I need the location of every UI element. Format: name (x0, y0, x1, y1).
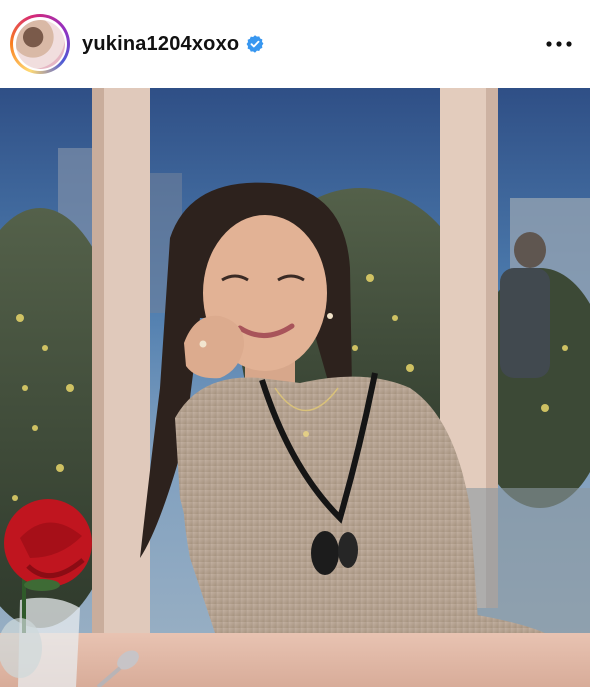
username[interactable]: yukina1204xoxo (82, 33, 239, 56)
post-photo[interactable] (0, 88, 590, 687)
more-options-button[interactable] (544, 29, 574, 59)
more-options-icon (546, 41, 572, 47)
avatar[interactable] (15, 19, 65, 69)
instagram-post: yukina1204xoxo (0, 0, 590, 687)
post-header: yukina1204xoxo (0, 0, 590, 88)
story-ring[interactable] (10, 14, 70, 74)
photo-illustration (0, 88, 590, 687)
verified-badge-icon (246, 35, 264, 53)
